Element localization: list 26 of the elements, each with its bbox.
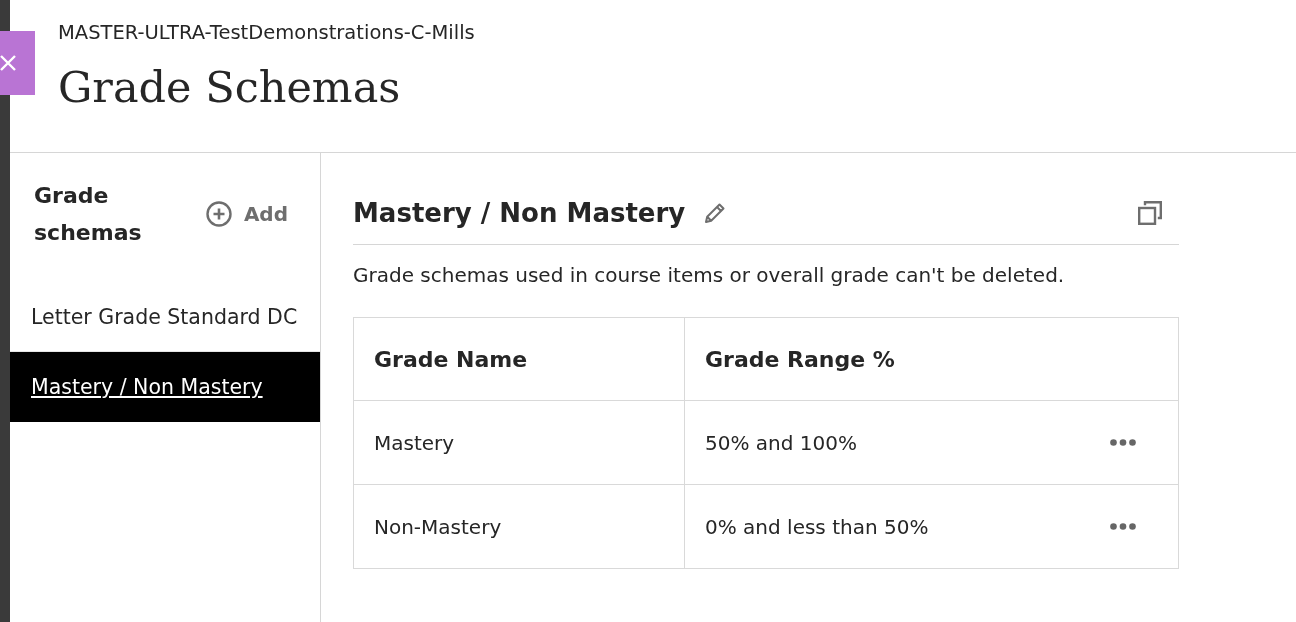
plus-circle-icon (205, 201, 232, 227)
column-header: Grade Range % (705, 346, 895, 372)
schema-link[interactable]: Letter Grade Standard DC (31, 302, 298, 331)
copy-icon (1138, 200, 1162, 225)
table-cell: 50% and 100% (705, 430, 857, 455)
sidebar-title: Grade schemas (34, 182, 143, 247)
close-button[interactable] (0, 31, 35, 95)
more-icon (1110, 523, 1136, 530)
edit-button[interactable] (703, 200, 728, 225)
close-icon (0, 55, 16, 71)
page-title: Grade Schemas (58, 61, 401, 114)
table-cell: 0% and less than 50% (705, 514, 929, 539)
pencil-icon (703, 200, 728, 225)
add-button[interactable]: Add (205, 201, 288, 227)
table-cell: Mastery (374, 430, 455, 455)
copy-button[interactable] (1138, 200, 1162, 225)
course-name: MASTER-ULTRA-TestDemonstrations-C-Mills (58, 20, 475, 46)
table-cell: Non-Mastery (374, 514, 502, 539)
more-button[interactable] (1110, 523, 1136, 530)
schema-title: Mastery / Non Mastery (353, 196, 686, 230)
more-icon (1110, 439, 1136, 446)
schema-link[interactable]: Mastery / Non Mastery (31, 373, 263, 401)
column-header: Grade Name (374, 346, 528, 372)
notice-text: Grade schemas used in course items or overall grade can't be deleted. (353, 262, 1065, 289)
sidebar-item[interactable]: Mastery / Non Mastery (10, 352, 320, 422)
more-button[interactable] (1110, 439, 1136, 446)
